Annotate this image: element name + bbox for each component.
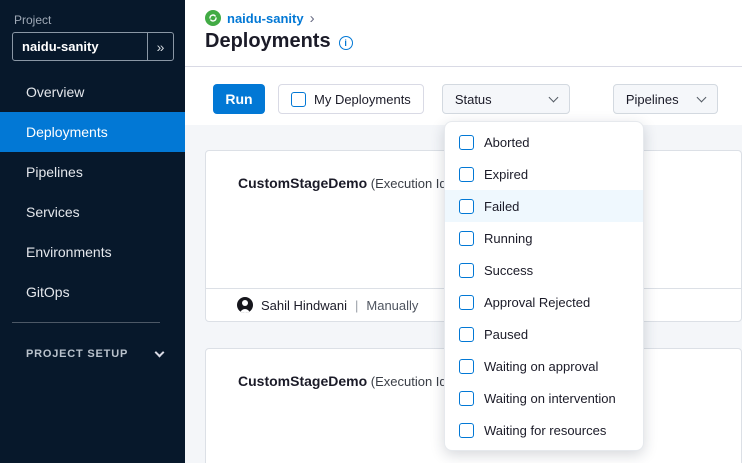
status-option[interactable]: Approval Rejected — [445, 286, 643, 318]
sidebar-item-label: Overview — [26, 84, 84, 100]
status-option-label: Approval Rejected — [484, 295, 590, 310]
app-root: Project naidu-sanity » Overview Deployme… — [0, 0, 742, 463]
sidebar-item-label: Environments — [26, 244, 112, 260]
double-chevron-icon[interactable]: » — [147, 33, 173, 60]
status-option-label: Waiting on intervention — [484, 391, 616, 406]
sidebar-item-label: Deployments — [26, 124, 108, 140]
title-row: Deployments i — [205, 30, 353, 53]
sidebar-item-label: Services — [26, 204, 80, 220]
status-option-label: Waiting on approval — [484, 359, 598, 374]
status-dropdown-menu: Aborted Expired Failed Running Success A… — [444, 121, 644, 451]
checkbox-icon[interactable] — [459, 199, 474, 214]
sidebar-item-services[interactable]: Services — [0, 192, 185, 232]
checkbox-icon[interactable] — [459, 167, 474, 182]
sidebar-item-label: Pipelines — [26, 164, 83, 180]
checkbox-icon[interactable] — [459, 423, 474, 438]
status-option[interactable]: Success — [445, 254, 643, 286]
status-option-label: Running — [484, 231, 532, 246]
run-button[interactable]: Run — [213, 84, 265, 114]
breadcrumb-project-link[interactable]: naidu-sanity — [227, 11, 304, 26]
status-option-label: Success — [484, 263, 533, 278]
author-name: Sahil Hindwani — [261, 298, 347, 313]
my-deployments-label: My Deployments — [314, 92, 411, 107]
checkbox-icon[interactable] — [459, 327, 474, 342]
checkbox-icon[interactable] — [459, 391, 474, 406]
sidebar-item-label: GitOps — [26, 284, 70, 300]
project-label: Project — [14, 13, 51, 27]
status-option[interactable]: Waiting for resources — [445, 414, 643, 446]
checkbox-icon[interactable] — [459, 263, 474, 278]
status-option[interactable]: Failed — [445, 190, 643, 222]
sidebar-nav: Overview Deployments Pipelines Services … — [0, 72, 185, 312]
my-deployments-filter[interactable]: My Deployments — [278, 84, 424, 114]
chevron-down-icon — [155, 347, 165, 357]
info-icon[interactable]: i — [339, 36, 353, 50]
breadcrumb: naidu-sanity › — [205, 10, 315, 26]
project-setup-toggle[interactable]: PROJECT SETUP — [26, 348, 163, 360]
checkbox-icon[interactable] — [459, 359, 474, 374]
pipeline-name: CustomStageDemo — [238, 373, 367, 389]
toolbar: Run My Deployments Status Pipelines — [185, 67, 742, 125]
status-option-label: Waiting for resources — [484, 423, 606, 438]
execution-id-text: (Execution Id — [371, 176, 447, 191]
sidebar-item-pipelines[interactable]: Pipelines — [0, 152, 185, 192]
pipelines-dropdown-label: Pipelines — [626, 92, 679, 107]
checkbox-icon[interactable] — [459, 295, 474, 310]
sidebar-item-gitops[interactable]: GitOps — [0, 272, 185, 312]
main-content: naidu-sanity › Deployments i Run My Depl… — [185, 0, 742, 463]
status-option-label: Paused — [484, 327, 528, 342]
status-option[interactable]: Expired — [445, 158, 643, 190]
trigger-type: Manually — [366, 298, 418, 313]
status-dropdown[interactable]: Status — [442, 84, 570, 114]
checkbox-icon[interactable] — [459, 135, 474, 150]
sidebar-item-overview[interactable]: Overview — [0, 72, 185, 112]
checkbox-icon[interactable] — [291, 92, 306, 107]
status-option[interactable]: Waiting on approval — [445, 350, 643, 382]
avatar-icon — [237, 297, 253, 313]
status-option[interactable]: Aborted — [445, 126, 643, 158]
status-option-label: Failed — [484, 199, 519, 214]
status-option[interactable]: Paused — [445, 318, 643, 350]
sidebar: Project naidu-sanity » Overview Deployme… — [0, 0, 185, 463]
project-setup-label: PROJECT SETUP — [26, 348, 128, 360]
execution-id-text: (Execution Id — [371, 374, 447, 389]
status-dropdown-label: Status — [455, 92, 492, 107]
checkbox-icon[interactable] — [459, 231, 474, 246]
project-name: naidu-sanity — [13, 39, 147, 54]
sidebar-item-deployments[interactable]: Deployments — [0, 112, 185, 152]
project-selector[interactable]: naidu-sanity » — [12, 32, 174, 61]
pipelines-dropdown[interactable]: Pipelines — [613, 84, 718, 114]
status-option[interactable]: Waiting on intervention — [445, 382, 643, 414]
status-option-label: Aborted — [484, 135, 530, 150]
sidebar-item-environments[interactable]: Environments — [0, 232, 185, 272]
chevron-down-icon — [696, 92, 706, 102]
chevron-down-icon — [548, 92, 558, 102]
project-module-icon — [205, 10, 221, 26]
status-option-label: Expired — [484, 167, 528, 182]
page-title: Deployments — [205, 30, 331, 53]
breadcrumb-chevron-icon: › — [310, 11, 315, 26]
pipeline-name: CustomStageDemo — [238, 175, 367, 191]
separator: | — [355, 298, 358, 313]
status-option[interactable]: Running — [445, 222, 643, 254]
sidebar-divider — [12, 322, 160, 323]
